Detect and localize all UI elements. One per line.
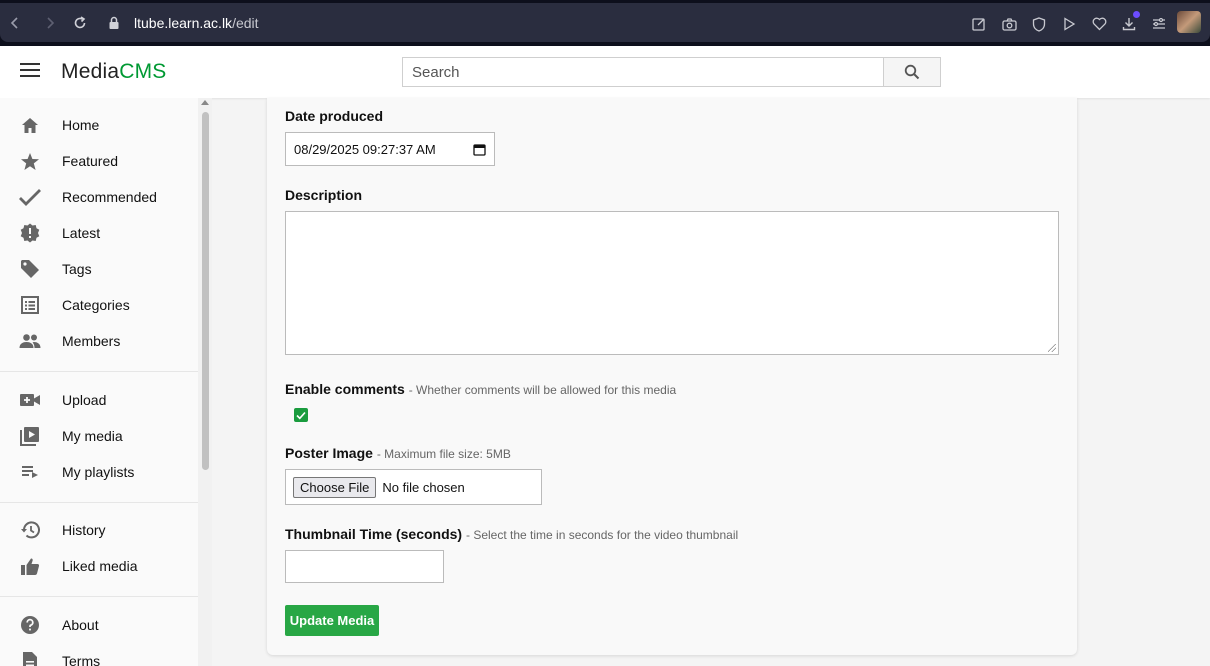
heart-icon[interactable] xyxy=(1090,15,1108,33)
hamburger-menu-icon[interactable] xyxy=(20,63,40,79)
thumbnail-time-input[interactable] xyxy=(285,550,444,583)
browser-toolbar: ltube.learn.ac.lk/edit xyxy=(0,0,1210,46)
update-media-button[interactable]: Update Media xyxy=(285,605,379,636)
sidebar-divider xyxy=(0,596,198,597)
enable-comments-checkbox[interactable] xyxy=(294,408,308,422)
scroll-up-arrow-icon[interactable] xyxy=(201,100,209,105)
sidebar-item-about[interactable]: About xyxy=(0,607,198,643)
poster-image-label: Poster Image - Maximum file size: 5MB xyxy=(285,445,511,461)
edit-icon[interactable] xyxy=(970,15,988,33)
logo-accent: CMS xyxy=(119,60,167,83)
sidebar-item-my-media[interactable]: My media xyxy=(0,418,198,454)
sidebar-divider xyxy=(0,371,198,372)
resize-handle-icon[interactable] xyxy=(1048,344,1056,352)
checkmark-icon xyxy=(19,186,41,208)
sidebar-divider xyxy=(0,502,198,503)
date-produced-value: 08/29/2025 09:27:37 AM xyxy=(294,141,436,157)
sidebar-item-label: Featured xyxy=(62,153,119,169)
date-produced-input[interactable]: 08/29/2025 09:27:37 AM xyxy=(285,132,495,166)
forward-icon[interactable] xyxy=(40,13,60,33)
sidebar-item-label: My media xyxy=(62,428,123,444)
sidebar-item-upload[interactable]: Upload xyxy=(0,382,198,418)
calendar-icon[interactable] xyxy=(473,143,486,156)
sidebar-item-tags[interactable]: Tags xyxy=(0,251,198,287)
home-icon xyxy=(19,114,41,136)
help-icon xyxy=(19,614,41,636)
logo-primary: Media xyxy=(61,60,120,83)
sidebar-item-label: Upload xyxy=(62,392,107,408)
new-badge-icon xyxy=(19,222,41,244)
video-library-icon xyxy=(19,425,41,447)
sidebar-item-categories[interactable]: Categories xyxy=(0,287,198,323)
thumbs-up-icon xyxy=(19,555,41,577)
shield-icon[interactable] xyxy=(1030,15,1048,33)
description-textarea[interactable] xyxy=(285,211,1059,355)
browser-address-bar-area: ltube.learn.ac.lk/edit xyxy=(0,3,1210,42)
playlist-icon xyxy=(19,461,41,483)
sidebar-item-label: Terms xyxy=(62,653,101,666)
site-logo[interactable]: MediaCMS xyxy=(61,60,166,84)
app-header: MediaCMS xyxy=(0,46,1210,98)
list-icon xyxy=(19,294,41,316)
checkmark-icon xyxy=(296,411,306,419)
thumbnail-time-hint: - Select the time in seconds for the vid… xyxy=(466,528,739,542)
enable-comments-label: Enable comments - Whether comments will … xyxy=(285,381,676,397)
choose-file-button[interactable]: Choose File xyxy=(293,476,377,498)
video-add-icon xyxy=(19,389,41,411)
description-label: Description xyxy=(285,187,363,203)
poster-image-hint: - Maximum file size: 5MB xyxy=(376,447,511,461)
sidebar-item-liked-media[interactable]: Liked media xyxy=(0,548,198,584)
sidebar-item-label: Home xyxy=(62,117,100,133)
sidebar-item-label: Liked media xyxy=(62,558,138,574)
sidebar-item-recommended[interactable]: Recommended xyxy=(0,179,198,215)
document-icon xyxy=(19,650,41,666)
poster-image-file-input[interactable]: Choose File No file chosen xyxy=(285,469,542,505)
download-badge xyxy=(1133,11,1140,18)
lock-icon xyxy=(108,16,120,35)
back-icon[interactable] xyxy=(5,13,25,33)
url-host: ltube.learn.ac.lk xyxy=(134,15,233,31)
sidebar: Home Featured Recommended Latest Tags Ca… xyxy=(0,98,198,666)
camera-icon[interactable] xyxy=(1000,15,1018,33)
search-button[interactable] xyxy=(883,57,941,87)
history-icon xyxy=(19,519,41,541)
search-input[interactable] xyxy=(402,57,884,87)
sidebar-item-label: My playlists xyxy=(62,464,135,480)
tag-icon xyxy=(19,258,41,280)
sidebar-item-history[interactable]: History xyxy=(0,512,198,548)
enable-comments-hint: - Whether comments will be allowed for t… xyxy=(408,383,677,397)
sidebar-item-label: Tags xyxy=(62,261,92,277)
sidebar-item-latest[interactable]: Latest xyxy=(0,215,198,251)
sidebar-item-label: Members xyxy=(62,333,121,349)
sidebar-item-label: Categories xyxy=(62,297,130,313)
file-status-text: No file chosen xyxy=(382,479,465,495)
play-icon[interactable] xyxy=(1060,15,1078,33)
url-field[interactable]: ltube.learn.ac.lk/edit xyxy=(134,15,259,31)
menu-settings-icon[interactable] xyxy=(1150,15,1168,33)
poster-image-title: Poster Image xyxy=(285,445,373,461)
reload-icon[interactable] xyxy=(70,13,90,33)
sidebar-item-label: Latest xyxy=(62,225,101,241)
sidebar-item-home[interactable]: Home xyxy=(0,107,198,143)
thumbnail-time-title: Thumbnail Time (seconds) xyxy=(285,526,463,542)
sidebar-item-label: About xyxy=(62,617,99,633)
search-icon xyxy=(904,64,920,80)
sidebar-item-featured[interactable]: Featured xyxy=(0,143,198,179)
profile-avatar[interactable] xyxy=(1177,11,1201,33)
thumbnail-time-label: Thumbnail Time (seconds) - Select the ti… xyxy=(285,526,738,542)
url-path: /edit xyxy=(232,15,259,31)
star-icon xyxy=(19,150,41,172)
people-icon xyxy=(19,330,41,352)
sidebar-item-terms[interactable]: Terms xyxy=(0,643,198,666)
sidebar-scroll-thumb[interactable] xyxy=(202,112,209,470)
sidebar-item-label: Recommended xyxy=(62,189,157,205)
sidebar-item-members[interactable]: Members xyxy=(0,323,198,359)
sidebar-item-label: History xyxy=(62,522,106,538)
enable-comments-title: Enable comments xyxy=(285,381,405,397)
sidebar-item-my-playlists[interactable]: My playlists xyxy=(0,454,198,490)
date-produced-label: Date produced xyxy=(285,108,384,124)
